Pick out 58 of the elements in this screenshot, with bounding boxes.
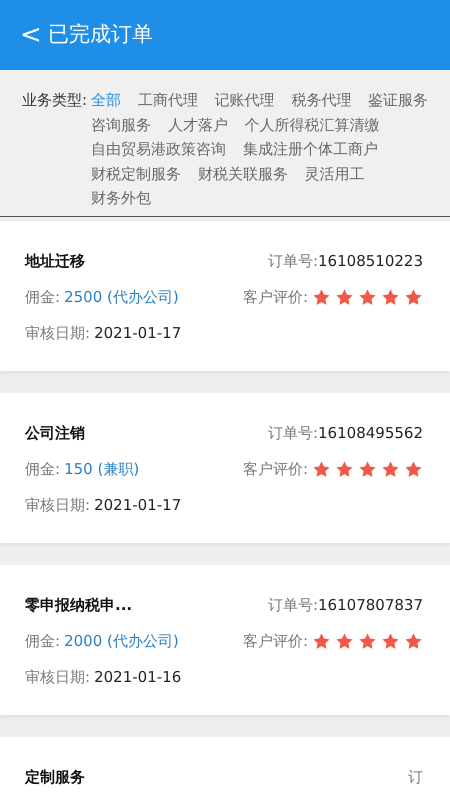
filter-option[interactable]: 咨询服务 bbox=[91, 112, 152, 137]
filter-option[interactable]: 人才落户 bbox=[168, 112, 228, 137]
filter-option[interactable]: 财税定制服务 bbox=[91, 162, 182, 186]
star-icon bbox=[381, 460, 400, 478]
rating-label: 客户评价: bbox=[242, 630, 308, 652]
date-label: 审核日期: bbox=[25, 322, 90, 344]
rating-label: 客户评价: bbox=[242, 458, 308, 480]
star-icon bbox=[358, 460, 377, 478]
star-icon bbox=[404, 632, 423, 650]
filter-option[interactable]: 记账代理 bbox=[214, 88, 275, 112]
review-date: 2021-01-17 bbox=[94, 494, 182, 516]
order-number-label: 订单号: bbox=[268, 422, 318, 444]
order-number-label: 订单号: bbox=[268, 250, 318, 272]
filter-option[interactable]: 工商代理 bbox=[138, 88, 198, 112]
rating-label: 客户评价: bbox=[242, 286, 308, 308]
order-number: 16108510223 bbox=[318, 250, 423, 272]
commission-value: 2500 (代办公司) bbox=[64, 286, 179, 308]
filter-option[interactable]: 灵活用工 bbox=[304, 162, 365, 186]
star-icon bbox=[404, 460, 423, 478]
star-icon bbox=[381, 288, 400, 306]
filter-option[interactable]: 个人所得税汇算清缴 bbox=[244, 112, 380, 137]
star-icon bbox=[312, 288, 331, 306]
review-date: 2021-01-17 bbox=[94, 322, 182, 344]
star-icon bbox=[335, 460, 354, 478]
order-title: 零申报纳税申... bbox=[25, 594, 132, 616]
filter-label: 业务类型: bbox=[22, 90, 88, 111]
order-title: 定制服务 bbox=[25, 766, 85, 788]
commission-label: 佣金: bbox=[25, 630, 60, 652]
filter-option[interactable]: 税务代理 bbox=[291, 88, 352, 112]
order-number: 16108495562 bbox=[318, 422, 423, 444]
order-number: 16107807837 bbox=[318, 594, 423, 616]
filter-option[interactable]: 自由贸易港政策咨询 bbox=[91, 137, 226, 162]
filter-option[interactable]: 全部 bbox=[91, 88, 122, 112]
back-button[interactable]: < bbox=[0, 22, 48, 48]
order-number-label: 订 bbox=[408, 766, 423, 788]
commission-label: 佣金: bbox=[25, 286, 60, 308]
order-number-label: 订单号: bbox=[268, 594, 318, 616]
order-title: 公司注销 bbox=[25, 422, 85, 444]
star-icon bbox=[312, 632, 331, 650]
filter-option[interactable]: 集成注册个体工商户 bbox=[242, 137, 378, 162]
commission-value: 2000 (代办公司) bbox=[64, 630, 179, 652]
order-title: 地址迁移 bbox=[25, 250, 85, 272]
star-icon bbox=[358, 632, 377, 650]
commission-value: 150 (兼职) bbox=[64, 458, 140, 480]
star-icon bbox=[358, 288, 377, 306]
commission-label: 佣金: bbox=[25, 458, 60, 480]
review-date: 2021-01-16 bbox=[94, 666, 182, 688]
date-label: 审核日期: bbox=[25, 494, 90, 516]
filter-option[interactable]: 财务外包 bbox=[91, 186, 152, 210]
filter-option[interactable]: 财税关联服务 bbox=[198, 162, 288, 186]
filter-option[interactable]: 鉴证服务 bbox=[368, 88, 428, 112]
star-icon bbox=[335, 288, 354, 306]
page-title: 已完成订单 bbox=[48, 21, 153, 48]
date-label: 审核日期: bbox=[25, 666, 90, 688]
star-icon bbox=[335, 632, 354, 650]
star-icon bbox=[381, 632, 400, 650]
star-icon bbox=[404, 288, 423, 306]
star-icon bbox=[312, 460, 331, 478]
